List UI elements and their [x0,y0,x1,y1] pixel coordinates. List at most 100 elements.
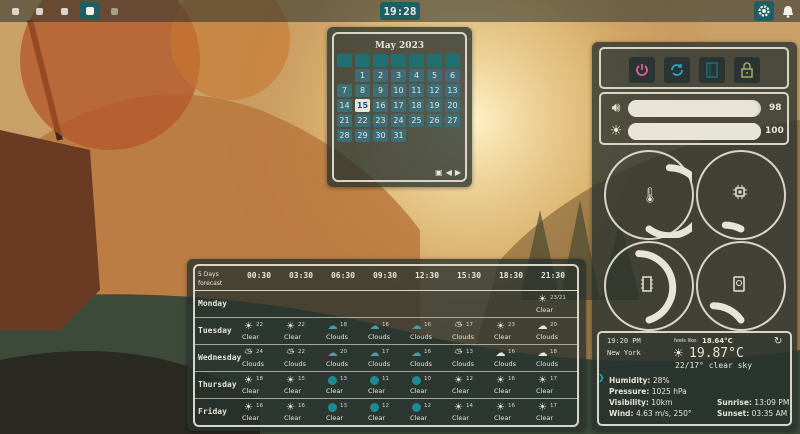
calendar-day[interactable]: 12 [427,84,442,97]
calendar-day[interactable]: 24 [391,114,406,127]
calendar-day[interactable]: 13 [445,84,460,97]
workspace-2-button[interactable] [32,4,46,18]
book-button[interactable] [699,57,725,83]
forecast-cell: ☁︎ 16 Clouds [407,320,447,344]
calendar-day[interactable]: 21 [337,114,352,127]
power-icon [636,64,648,76]
forecast-cell: 13 Clear [323,401,363,425]
expand-icon[interactable]: ❯ [598,373,605,382]
forecast-desc: Clear [536,306,553,314]
workspace-4-button[interactable] [80,2,100,20]
calendar-empty-cell [427,129,442,142]
forecast-label: 5 Days forecast [198,270,222,288]
calendar-day[interactable]: 8 [355,84,370,97]
sun-icon: ☀︎ [244,321,253,332]
calendar-day[interactable]: 6 [445,69,460,82]
forecast-time-header: 06:30 [330,271,356,280]
calendar-nav: ▣ ◀ ▶ [435,168,461,177]
forecast-day-name: Wednesday [198,353,242,362]
forecast-temp: 17 [550,376,557,382]
calendar-day[interactable]: 3 [391,69,406,82]
moon-icon [412,376,421,385]
bell-icon[interactable] [778,1,798,21]
calendar-day[interactable]: 20 [445,99,460,112]
forecast-time-header: 00:30 [246,271,272,280]
calendar-day[interactable]: 17 [391,99,406,112]
forecast-temp: 24 [256,349,263,355]
calendar-day[interactable]: 29 [355,129,370,142]
forecast-temp: 18 [550,349,557,355]
calendar-day[interactable]: 23 [373,114,388,127]
calendar-day[interactable]: 10 [391,84,406,97]
gear-icon[interactable] [754,1,774,21]
sun-icon: ☀︎ [538,294,547,305]
forecast-time-header: 03:30 [288,271,314,280]
calendar-day[interactable]: 31 [391,129,406,142]
forecast-desc: Clouds [284,360,306,368]
thermometer-icon: 🌡︎ [640,186,660,204]
calendar-day[interactable]: 5 [427,69,442,82]
visibility-label: Visibility: [609,398,649,407]
calendar-icon[interactable]: ▣ [435,168,443,177]
sun-icon: ☀︎ [454,375,463,386]
forecast-cell: 11 Clear [365,374,405,398]
lock-button[interactable] [734,57,760,83]
forecast-temp: 13 [340,403,347,409]
cloud-icon: ☁︎ [537,321,548,332]
workspace-3-button[interactable] [57,4,71,18]
humidity-row: Humidity: 28% [609,376,669,385]
forecast-cell: ☀︎ 22 Clear [239,320,279,344]
calendar-day[interactable]: 7 [337,84,352,97]
calendar-day[interactable]: 16 [373,99,388,112]
forecast-desc: Clear [284,333,301,341]
calendar-day[interactable]: 19 [427,99,442,112]
calendar-day[interactable]: 26 [427,114,442,127]
calendar-day[interactable]: 9 [373,84,388,97]
calendar-day[interactable]: 14 [337,99,352,112]
refresh-icon[interactable]: ↻ [774,336,782,347]
next-month-icon[interactable]: ▶ [455,168,461,177]
sunrise-row: Sunrise: 13:09 PM [717,398,789,407]
sunset-row: Sunset: 03:35 AM [717,409,787,418]
calendar-today[interactable]: 15 [355,99,370,112]
disk-icon [733,276,751,296]
calendar-day[interactable]: 11 [409,84,424,97]
forecast-temp: 16 [256,403,263,409]
forecast-day-name: Tuesday [198,326,232,335]
prev-month-icon[interactable]: ◀ [446,168,452,177]
forecast-cell: 12 Clear [365,401,405,425]
cloud-icon: ☁︎ [369,348,380,359]
calendar-day[interactable]: 2 [373,69,388,82]
visibility-row: Visibility: 10km [609,398,672,407]
forecast-cell: ☀︎ 15 Clear [281,374,321,398]
calendar-day[interactable]: 28 [337,129,352,142]
forecast-desc: Clear [284,387,301,395]
forecast-row: Tuesday ☀︎ 22 Clear ☀︎ 22 Clear ☁︎ 18 Clouds ☁︎ 16 C… [195,318,577,345]
forecast-cell: ☁︎ 18 Clouds [533,347,573,371]
sync-button[interactable] [664,57,690,83]
calendar-day[interactable]: 4 [409,69,424,82]
calendar-day[interactable]: 22 [355,114,370,127]
calendar-day[interactable]: 27 [445,114,460,127]
forecast-desc: Clear [242,414,259,422]
clock[interactable]: 19:28 [380,2,420,20]
workspace-1-button[interactable] [8,4,22,18]
calendar-day[interactable]: 30 [373,129,388,142]
weather-summary: 22/17° clear sky [675,361,753,370]
brightness-slider[interactable] [628,123,761,140]
forecast-desc: Clear [410,414,427,422]
weekday-header: Tue [373,54,388,67]
volume-slider[interactable] [628,100,761,117]
forecast-temp: 17 [550,403,557,409]
power-button[interactable] [629,57,655,83]
weather-temp: 19.87°C [689,346,744,361]
sliders: 🔊︎ 98 ☀︎ 100 [599,92,789,145]
sun-icon: ☀︎ [286,402,295,413]
calendar-day[interactable]: 1 [355,69,370,82]
forecast-time-header: 21:30 [540,271,566,280]
workspace-5-button[interactable] [107,4,121,18]
forecast-cell: ☀︎ 18 Clear [239,374,279,398]
weekday-header: Mon [354,54,371,67]
calendar-day[interactable]: 25 [409,114,424,127]
calendar-day[interactable]: 18 [409,99,424,112]
